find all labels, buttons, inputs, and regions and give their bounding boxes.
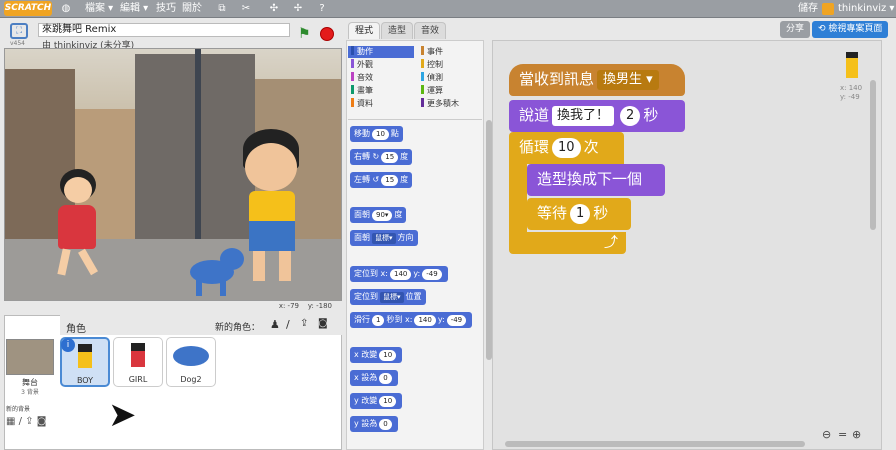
backdrop-count: 3 背景	[21, 389, 39, 396]
lamp-post	[195, 49, 201, 249]
category-sound[interactable]: 音效	[348, 72, 373, 84]
stage-canvas[interactable]	[4, 48, 342, 301]
see-project-page-button[interactable]: ⟲ 檢視專案頁面	[812, 21, 889, 38]
backdrop-tools-icons[interactable]: ▦ / ⇪ ◙	[6, 416, 46, 427]
sprite-name: BOY	[76, 376, 94, 385]
user-menu[interactable]: thinkinviz ▾	[838, 2, 894, 16]
repeat-block-arm	[509, 164, 527, 234]
mouse-x: x: -79	[278, 302, 299, 310]
tab-costumes[interactable]: 造型	[381, 22, 414, 39]
paint-new-sprite-icon[interactable]: /	[286, 318, 290, 331]
category-operators[interactable]: 運算	[418, 85, 443, 97]
green-flag-icon[interactable]: ⚑	[298, 26, 314, 42]
current-sprite-thumbnail	[846, 52, 858, 78]
wait-secs-input[interactable]: 1	[570, 204, 591, 224]
choose-sprite-library-icon[interactable]: ♟	[270, 318, 280, 331]
mouse-coordinates: x: -79 y: -180	[4, 302, 342, 314]
scripts-vertical-scrollbar[interactable]	[870, 80, 876, 230]
change-x-block[interactable]: x 改變 10	[350, 347, 403, 363]
say-text-input[interactable]: 換我了！	[552, 106, 615, 126]
category-events[interactable]: 事件	[418, 46, 443, 58]
share-button[interactable]: 分享	[780, 21, 811, 38]
stop-button[interactable]	[320, 27, 334, 41]
move-steps-block[interactable]: 移動 10 點	[350, 126, 403, 142]
turn-right-block[interactable]: 右轉 ↻ 15 度	[350, 149, 413, 165]
grow-icon[interactable]: ✣	[268, 3, 280, 15]
category-more-blocks[interactable]: 更多積木	[418, 98, 459, 110]
message-dropdown[interactable]: 換男生 ▾	[597, 70, 659, 90]
new-backdrop-label: 新的背景	[6, 406, 31, 413]
go-to-xy-block[interactable]: 定位到 x: 140 y: -49	[350, 266, 448, 282]
mouse-cursor-icon: ➤	[108, 395, 137, 435]
sprite-thumb-boy[interactable]: i BOY	[60, 337, 110, 387]
point-towards-block[interactable]: 面朝 鼠標▾ 方向	[350, 230, 418, 246]
scratch-logo[interactable]: SCRATCH	[4, 1, 52, 16]
when-i-receive-hat-block[interactable]: 當收到訊息 換男生 ▾	[509, 64, 685, 96]
zoom-reset-icon[interactable]: =	[838, 428, 847, 441]
menu-tips[interactable]: 技巧	[156, 2, 176, 16]
change-y-block[interactable]: y 改變 10	[350, 393, 403, 409]
tab-scripts[interactable]: 程式	[348, 22, 381, 39]
upload-sprite-icon[interactable]: ⇪	[300, 318, 308, 329]
sprite-x-position: x: 140	[840, 84, 863, 92]
mouse-y: y: -180	[307, 302, 332, 310]
sprite-name: Dog2	[180, 375, 202, 384]
set-x-block[interactable]: x 設為 0	[350, 370, 398, 386]
turn-right-icon: ↻	[372, 152, 380, 161]
category-motion[interactable]: 動作	[348, 46, 414, 58]
version-label: v454	[10, 40, 26, 47]
sprite-name: GIRL	[128, 375, 148, 384]
project-title-input[interactable]: 來跳舞吧 Remix	[38, 23, 290, 37]
category-pen[interactable]: 畫筆	[348, 85, 373, 97]
category-data[interactable]: 資料	[348, 98, 373, 110]
repeat-loop-arrow-icon: ⤴	[509, 232, 626, 254]
repeat-times-input[interactable]: 10	[552, 138, 581, 158]
category-list: 動作 事件 外觀 控制 音效 偵測 畫筆 運算 資料 更多積木	[348, 44, 483, 118]
sprites-heading: 角色	[66, 324, 86, 335]
shrink-icon[interactable]: ✢	[292, 3, 304, 15]
info-icon[interactable]: i	[61, 338, 75, 352]
girl-sprite[interactable]	[50, 169, 110, 279]
scripts-horizontal-scrollbar[interactable]	[505, 441, 805, 447]
zoom-in-icon[interactable]: ⊕	[852, 428, 861, 441]
menu-file[interactable]: 檔案 ▾	[85, 2, 113, 16]
zoom-out-icon[interactable]: ⊖	[822, 428, 831, 441]
category-sensing[interactable]: 偵測	[418, 72, 443, 84]
globe-icon[interactable]: ◍	[60, 3, 72, 15]
sprite-thumb-dog2[interactable]: Dog2	[166, 337, 216, 387]
new-sprite-label: 新的角色：	[215, 323, 261, 333]
next-costume-block[interactable]: 造型換成下一個	[527, 164, 665, 196]
turn-left-icon: ↺	[372, 175, 380, 184]
cut-icon[interactable]: ✂	[240, 3, 252, 15]
say-for-secs-block[interactable]: 說道 換我了！ 2 秒	[509, 100, 685, 132]
help-icon[interactable]: ?	[316, 3, 328, 15]
dog-sprite[interactable]	[180, 244, 250, 299]
point-in-direction-block[interactable]: 面朝 90▾ 度	[350, 207, 407, 223]
save-status[interactable]: 儲存	[798, 2, 818, 16]
go-to-block[interactable]: 定位到 鼠標▾ 位置	[350, 289, 426, 305]
set-y-block[interactable]: y 設為 0	[350, 416, 398, 432]
category-looks[interactable]: 外觀	[348, 59, 373, 71]
repeat-block[interactable]: 循環 10 次	[509, 132, 624, 164]
menu-edit[interactable]: 編輯 ▾	[120, 2, 148, 16]
wait-secs-block[interactable]: 等待 1 秒	[527, 198, 631, 230]
duplicate-icon[interactable]: ⧉	[216, 3, 228, 15]
user-avatar[interactable]	[822, 3, 834, 15]
say-secs-input[interactable]: 2	[620, 106, 641, 126]
sprite-y-position: y: -49	[840, 93, 860, 101]
palette-divider	[348, 119, 482, 120]
sprite-thumb-girl[interactable]: GIRL	[113, 337, 163, 387]
tab-sounds[interactable]: 音效	[414, 22, 447, 39]
see-project-page-label: 檢視專案頁面	[828, 24, 883, 34]
category-control[interactable]: 控制	[418, 59, 443, 71]
glide-block[interactable]: 滑行 1 秒到 x: 140 y: -49	[350, 312, 473, 328]
fullscreen-icon[interactable]: ⛶	[10, 23, 28, 39]
camera-icon[interactable]: ◙	[318, 318, 328, 329]
menu-about[interactable]: 關於	[182, 2, 202, 16]
stage-thumbnail[interactable]	[6, 339, 54, 375]
turn-left-block[interactable]: 左轉 ↺ 15 度	[350, 172, 413, 188]
